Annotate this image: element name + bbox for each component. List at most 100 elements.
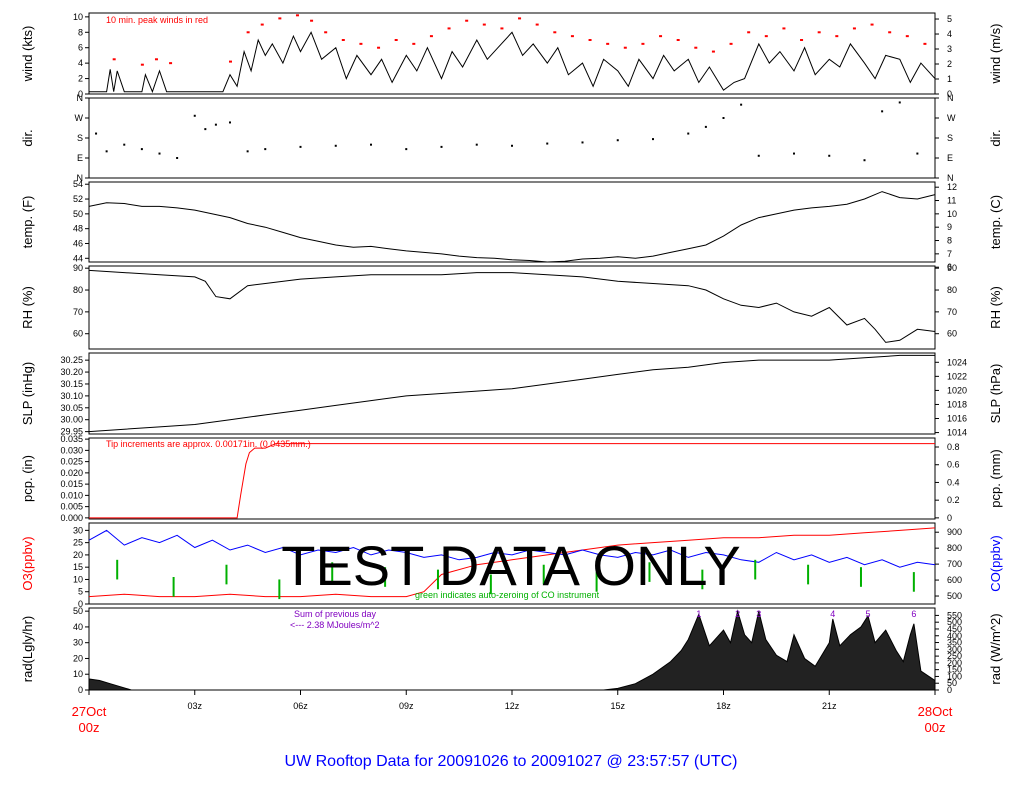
peak-wind-point [852,27,856,30]
y-axis-title-right: RH (%) [988,286,1003,329]
panel-dir: NESWNNESWNdir. dir. [20,93,1003,183]
peak-wind-point [570,35,574,38]
y-tick-label: 80 [73,285,83,295]
peak-wind-point [606,42,610,45]
direction-point [299,145,302,148]
y-axis-title-right: pcp. (mm) [988,449,1003,508]
direction-point [722,117,725,119]
direction-point [898,101,901,104]
y2-tick-label: 800 [947,543,962,553]
peak-wind-point [905,35,909,38]
y2-tick-label: 11 [947,196,956,206]
x-tick-label: 12z [505,701,520,711]
y-tick-label: 54 [73,179,83,189]
y-axis-title-right: temp. (C) [988,195,1003,249]
y-tick-label: 0 [78,685,83,695]
y2-tick-label: 7 [947,249,952,259]
y-tick-label: N [77,93,84,103]
y2-tick-label: 0 [947,513,952,523]
peak-wind-point [535,23,539,26]
y-tick-label: 30 [73,638,83,648]
peak-wind-point [278,17,282,20]
peak-wind-point [429,35,433,38]
direction-point [793,152,795,155]
direction-point [757,154,760,157]
y-tick-label: 8 [78,27,83,37]
direction-point [881,110,884,113]
y-tick-label: 40 [73,622,83,632]
rh-series [88,269,936,343]
peak-wind-point [169,62,173,65]
peak-wind-point [694,46,698,49]
y-axis-title-right: rad (W/m^2) [988,613,1003,684]
y2-tick-label: 5 [947,14,952,24]
panel-rh: 60 70 80 90 60 70 80 90 RH (%) RH (%) [20,263,1003,350]
y2-tick-label: 900 [947,527,962,537]
y-tick-label: 90 [73,263,83,273]
peak-wind-point [412,42,416,45]
peak-wind-point [310,19,314,22]
y-axis-title-left: rad(Lgly/hr) [20,616,35,682]
y2-tick-label: 700 [947,559,962,569]
direction-point [158,152,161,155]
y-tick-label: 5 [78,587,83,597]
y-tick-label: 52 [73,194,83,204]
direction-point [123,143,126,146]
peak-wind-point [465,19,469,22]
direction-point [616,139,619,142]
x-tick-label: 06z [293,701,308,711]
y2-tick-label: 500 [947,591,962,601]
y2-tick-label: 80 [947,285,957,295]
y-tick-label: W [75,113,84,123]
direction-point [704,125,707,128]
direction-point [511,144,513,147]
direction-point [475,143,478,146]
peak-marker-label: 1 [696,609,701,619]
direction-point [264,148,267,151]
panel-temp: 4446485052546789101112temp. (F) temp. (C) [20,179,1003,272]
y-axis-title-left: dir. [20,129,35,146]
panel-slp: 29.9530.0030.0530.1030.1530.2030.2510141… [20,352,1003,438]
x-tick-label: 03z [187,701,202,711]
end-time-label: 00z [925,720,946,735]
peak-wind-point [112,58,116,61]
peak-wind-point [260,23,264,26]
y2-tick-label: 600 [947,575,962,585]
panel-rad: 0102030405005010015020025030035040045050… [20,606,1003,695]
direction-point [193,114,196,117]
direction-point [334,144,337,147]
direction-point [581,141,584,144]
peak-wind-point [324,31,328,34]
temp-series [88,191,936,263]
direction-point [105,150,108,153]
x-tick-label: 09z [399,701,414,711]
direction-point [176,157,179,159]
y-tick-label: 46 [73,238,83,248]
y-tick-label: 0.030 [60,445,83,455]
y-axis-title-left: temp. (F) [20,196,35,249]
panel-frame [88,97,936,179]
y2-tick-label: 10 [947,209,957,219]
direction-point [863,159,866,162]
y2-tick-label: 550 [947,610,962,620]
y2-tick-label: 12 [947,182,957,192]
y-axis-title-left: O3(ppbv) [20,536,35,590]
y2-tick-label: 70 [947,307,957,317]
direction-point [370,143,372,146]
y2-tick-label: 9 [947,222,952,232]
radiation-annotation-line1: Sum of previous day [294,609,377,619]
peak-wind-point [482,23,486,26]
y2-tick-label: 2 [947,59,952,69]
y-tick-label: 50 [73,209,83,219]
peak-wind-point [800,39,804,41]
y2-tick-label: E [947,153,953,163]
panel-frame [88,181,936,263]
peak-wind-point [553,31,557,34]
precip-annotation: Tip increments are approx. 0.00171in. (0… [106,439,311,449]
y2-tick-label: W [947,113,956,123]
direction-point [828,154,831,157]
direction-point [740,103,743,106]
y-tick-label: 30.10 [60,391,83,401]
precip-series [89,443,935,519]
y-tick-label: 0.025 [60,457,83,467]
